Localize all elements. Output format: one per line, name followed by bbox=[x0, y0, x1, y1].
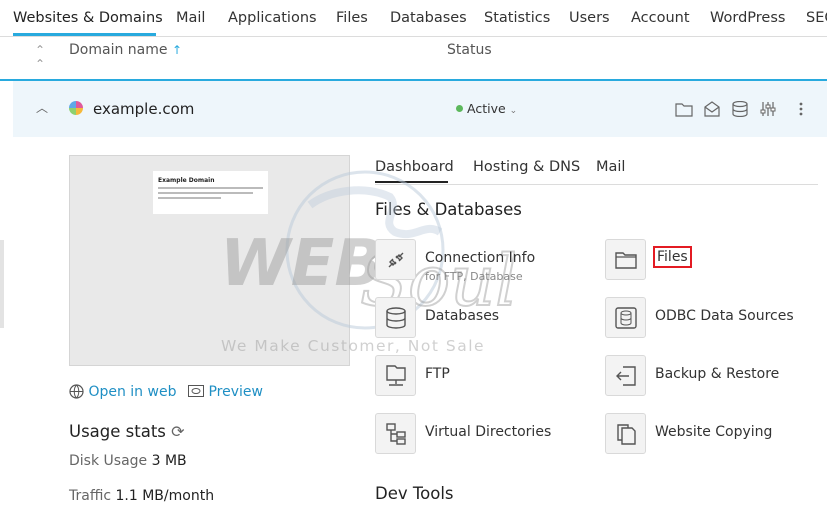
chevron-up-icon[interactable]: ︿ bbox=[36, 99, 48, 116]
tab-statistics[interactable]: Statistics bbox=[484, 10, 550, 26]
tab-websites-domains[interactable]: Websites & Domains bbox=[13, 10, 163, 26]
site-preview-thumbnail[interactable]: Example Domain bbox=[69, 155, 350, 366]
tab-hosting-dns[interactable]: Hosting & DNS bbox=[473, 159, 580, 175]
domain-favicon bbox=[69, 101, 83, 115]
preview-eye-icon bbox=[188, 385, 204, 397]
folder-icon bbox=[615, 252, 637, 269]
databases-label: Databases bbox=[425, 308, 500, 324]
virtual-directories-label: Virtual Directories bbox=[425, 424, 552, 440]
tab-wordpress[interactable]: WordPress bbox=[710, 10, 785, 26]
odbc-label: ODBC Data Sources bbox=[655, 308, 794, 324]
preview-card: Example Domain bbox=[153, 171, 268, 214]
status-dropdown[interactable]: Active ⌄ bbox=[456, 101, 517, 116]
top-nav: Websites & Domains Mail Applications Fil… bbox=[0, 0, 827, 37]
copy-icon bbox=[617, 424, 636, 445]
database-icon bbox=[386, 307, 406, 329]
backup-restore-label: Backup & Restore bbox=[655, 366, 780, 382]
sitemap-icon bbox=[386, 423, 406, 445]
tab-domain-mail[interactable]: Mail bbox=[596, 159, 625, 175]
active-subtab-indicator bbox=[375, 181, 448, 183]
list-header: ⌃ ⌃ Domain name ↑ Status bbox=[0, 37, 827, 81]
database-icon[interactable] bbox=[731, 101, 749, 117]
collapse-all-icon[interactable]: ⌃ ⌃ bbox=[35, 43, 45, 71]
tab-users[interactable]: Users bbox=[569, 10, 610, 26]
files-databases-heading: Files & Databases bbox=[375, 200, 522, 219]
odbc-icon bbox=[615, 307, 637, 329]
sliders-icon[interactable] bbox=[759, 101, 777, 117]
tab-account[interactable]: Account bbox=[631, 10, 690, 26]
preview-link[interactable]: Preview bbox=[188, 384, 263, 400]
domain-name-link[interactable]: example.com bbox=[93, 100, 194, 118]
folder-icon[interactable] bbox=[675, 101, 693, 117]
tab-seo[interactable]: SEO bbox=[806, 10, 827, 26]
active-status-dot bbox=[456, 105, 463, 112]
traffic-stat: Traffic 1.1 MB/month bbox=[69, 488, 215, 504]
disk-usage-stat: Disk Usage 3 MB bbox=[69, 453, 187, 469]
connection-info-sub: for FTP, Database bbox=[425, 270, 523, 283]
tab-dashboard[interactable]: Dashboard bbox=[375, 159, 454, 175]
backup-icon bbox=[616, 366, 636, 386]
tab-files[interactable]: Files bbox=[336, 10, 368, 26]
status-column-header: Status bbox=[447, 42, 492, 58]
open-in-web-link[interactable]: Open in web bbox=[69, 384, 176, 400]
active-tab-indicator bbox=[13, 33, 156, 36]
sort-ascending-icon: ↑ bbox=[171, 43, 182, 57]
mail-icon[interactable] bbox=[703, 101, 721, 117]
preview-card-title: Example Domain bbox=[158, 177, 215, 184]
more-icon[interactable] bbox=[797, 101, 815, 117]
usage-stats-title: Usage stats ⟳ bbox=[69, 422, 185, 441]
domain-name-column-header[interactable]: Domain name ↑ bbox=[69, 42, 182, 58]
files-label: Files bbox=[653, 246, 692, 268]
website-copying-label: Website Copying bbox=[655, 424, 773, 440]
dev-tools-heading: Dev Tools bbox=[375, 484, 454, 503]
scroll-edge bbox=[0, 240, 4, 328]
tab-applications[interactable]: Applications bbox=[228, 10, 317, 26]
connection-info-label: Connection Info bbox=[425, 250, 536, 266]
globe-icon bbox=[69, 384, 84, 399]
ftp-icon bbox=[386, 365, 406, 386]
ftp-label: FTP bbox=[425, 366, 450, 382]
domain-tabs: Dashboard Hosting & DNS Mail bbox=[375, 158, 818, 185]
domain-row: ︿ example.com Active ⌄ bbox=[13, 81, 827, 137]
tab-mail[interactable]: Mail bbox=[176, 10, 205, 26]
refresh-icon[interactable]: ⟳ bbox=[171, 422, 184, 441]
plug-icon bbox=[388, 252, 404, 268]
tab-databases[interactable]: Databases bbox=[390, 10, 467, 26]
